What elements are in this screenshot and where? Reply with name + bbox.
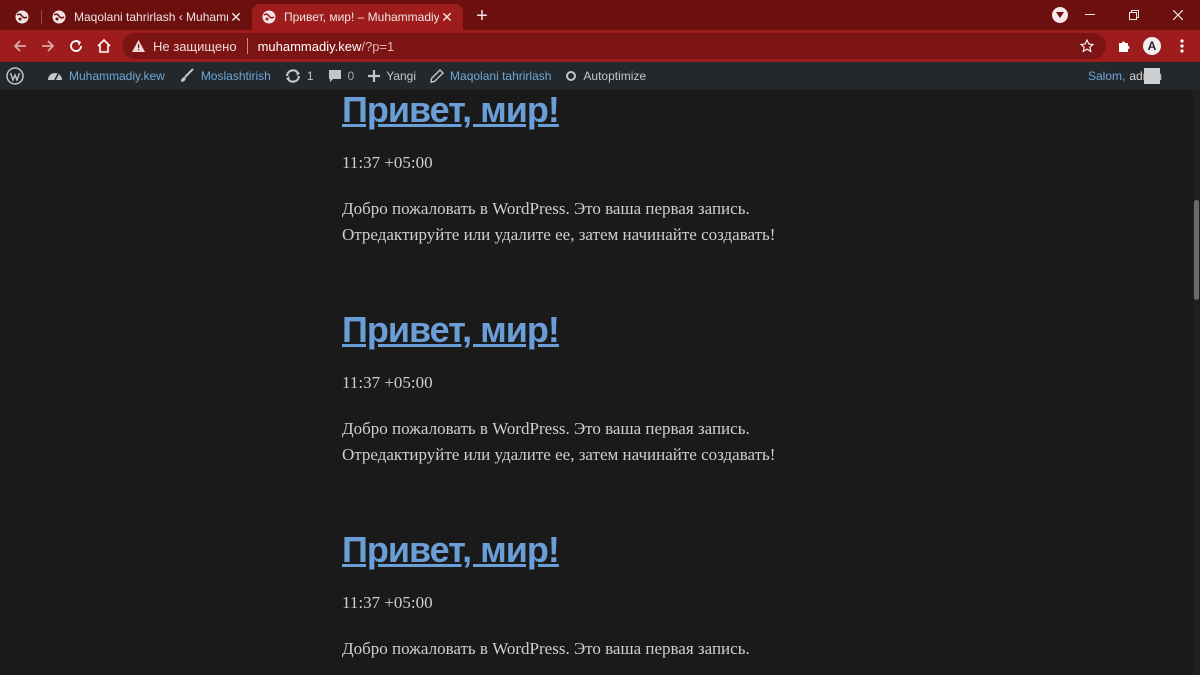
post-excerpt-line: Отредактируйте или удалите ее, затем нач… <box>342 445 776 464</box>
chevron-down-icon <box>1056 12 1064 18</box>
address-divider <box>246 38 248 54</box>
close-icon[interactable]: ✕ <box>439 9 455 25</box>
paintbrush-icon <box>180 68 194 82</box>
close-icon[interactable]: ✕ <box>228 9 244 25</box>
bookmark-star-icon[interactable] <box>1078 37 1096 55</box>
comments-count: 0 <box>347 69 355 83</box>
site-name-menu[interactable]: Muhammadiy.kew <box>37 62 172 90</box>
greeting: Salom, <box>1087 69 1126 83</box>
post-excerpt-line: Добро пожаловать в WordPress. Это ваша п… <box>342 199 750 218</box>
customize-link[interactable]: Moslashtirish <box>172 62 278 90</box>
customize-label: Moslashtirish <box>200 69 271 83</box>
restore-button[interactable] <box>1112 0 1156 30</box>
updates-count: 1 <box>306 69 314 83</box>
post-title-link[interactable]: Привет, мир! <box>342 530 862 570</box>
globe-icon <box>262 10 276 24</box>
security-label[interactable]: Не защищено <box>153 39 237 54</box>
window-controls <box>1068 0 1200 30</box>
post-title-link[interactable]: Привет, мир! <box>342 310 862 350</box>
new-tab-button[interactable]: + <box>470 4 494 28</box>
post-excerpt-line: Добро пожаловать в WordPress. Это ваша п… <box>342 639 750 658</box>
globe-icon <box>15 10 29 24</box>
tab-pinned[interactable] <box>4 4 40 30</box>
user-avatar[interactable] <box>1144 68 1160 84</box>
puzzle-icon <box>1119 41 1130 52</box>
tab-edit-post[interactable]: Maqolani tahrirlash ‹ Muhammadiy.kew — W… <box>42 4 252 30</box>
post-time: 11:37 +05:00 <box>342 593 433 612</box>
extensions-button[interactable] <box>1112 34 1136 58</box>
post-excerpt: Добро пожаловать в WordPress. Это ваша п… <box>342 416 862 468</box>
post-title-link[interactable]: Привет, мир! <box>342 90 862 130</box>
browser-menu-button[interactable] <box>1170 34 1194 58</box>
post-excerpt: Добро пожаловать в WordPress. Это ваша п… <box>342 636 862 662</box>
post-excerpt-line: Отредактируйте или удалите ее, затем нач… <box>342 225 776 244</box>
scrollbar-thumb[interactable] <box>1194 200 1199 300</box>
autoptimize-label: Autoptimize <box>583 69 647 83</box>
url-path: /?p=1 <box>361 38 395 54</box>
url-host: muhammadiy.kew <box>257 38 362 54</box>
post-time: 11:37 +05:00 <box>342 373 433 392</box>
restore-icon <box>1129 10 1139 20</box>
new-label: Yangi <box>386 69 417 83</box>
address-bar[interactable]: Не защищено muhammadiy.kew/?p=1 <box>122 33 1106 59</box>
autoptimize-menu[interactable]: Autoptimize <box>558 62 653 90</box>
arrow-left-icon <box>13 40 26 52</box>
back-button[interactable] <box>8 34 32 58</box>
tab-strip: Maqolani tahrirlash ‹ Muhammadiy.kew — W… <box>0 0 1200 30</box>
home-icon <box>97 38 111 53</box>
wp-logo-menu[interactable] <box>0 62 37 90</box>
post-excerpt-line: Добро пожаловать в WordPress. Это ваша п… <box>342 419 750 438</box>
updates-icon <box>285 69 300 83</box>
tab-title: Привет, мир! – Muhammadiy.kew <box>284 10 439 24</box>
pencil-icon <box>430 69 445 83</box>
tab-title: Maqolani tahrirlash ‹ Muhammadiy.kew — W… <box>74 10 228 24</box>
tab-search-button[interactable] <box>1052 7 1068 23</box>
globe-icon <box>52 10 66 24</box>
tab-active-post[interactable]: Привет, мир! – Muhammadiy.kew ✕ <box>252 4 463 30</box>
comments-link[interactable]: 0 <box>321 62 362 90</box>
circle-icon <box>566 71 577 81</box>
site-name: Muhammadiy.kew <box>69 69 165 83</box>
comment-icon <box>328 70 341 82</box>
reload-button[interactable] <box>64 34 88 58</box>
wp-admin-bar: Muhammadiy.kew Moslashtirish 1 0 Yangi M… <box>0 62 1200 90</box>
page-scrollbar[interactable] <box>1193 90 1200 675</box>
minimize-icon <box>1085 14 1095 15</box>
minimize-button[interactable] <box>1068 0 1112 30</box>
updates-link[interactable]: 1 <box>278 62 321 90</box>
reload-icon <box>70 40 82 52</box>
post-excerpt: Добро пожаловать в WordPress. Это ваша п… <box>342 196 862 248</box>
close-window-button[interactable] <box>1156 0 1200 30</box>
more-vertical-icon <box>1180 39 1184 53</box>
wordpress-icon <box>6 67 24 85</box>
profile-avatar: A <box>1143 37 1161 55</box>
post-entry: Привет, мир! 11:37 +05:00 Добро пожалова… <box>342 530 862 662</box>
forward-button[interactable] <box>36 34 60 58</box>
post-time: 11:37 +05:00 <box>342 153 433 172</box>
arrow-right-icon <box>42 40 55 52</box>
warning-icon[interactable] <box>132 40 145 52</box>
close-icon <box>1173 10 1183 20</box>
plus-icon <box>368 70 381 82</box>
profile-button[interactable]: A <box>1140 34 1164 58</box>
dashboard-icon <box>48 73 62 81</box>
post-entry: Привет, мир! 11:37 +05:00 Добро пожалова… <box>342 310 862 468</box>
edit-post-link[interactable]: Maqolani tahrirlash <box>423 62 558 90</box>
post-entry: Привет, мир! 11:37 +05:00 Добро пожалова… <box>342 90 862 248</box>
new-content-menu[interactable]: Yangi <box>361 62 423 90</box>
page-content: Привет, мир! 11:37 +05:00 Добро пожалова… <box>0 90 1193 675</box>
browser-toolbar: Не защищено muhammadiy.kew/?p=1 A <box>0 30 1200 62</box>
home-button[interactable] <box>92 34 116 58</box>
edit-post-label: Maqolani tahrirlash <box>450 69 552 83</box>
